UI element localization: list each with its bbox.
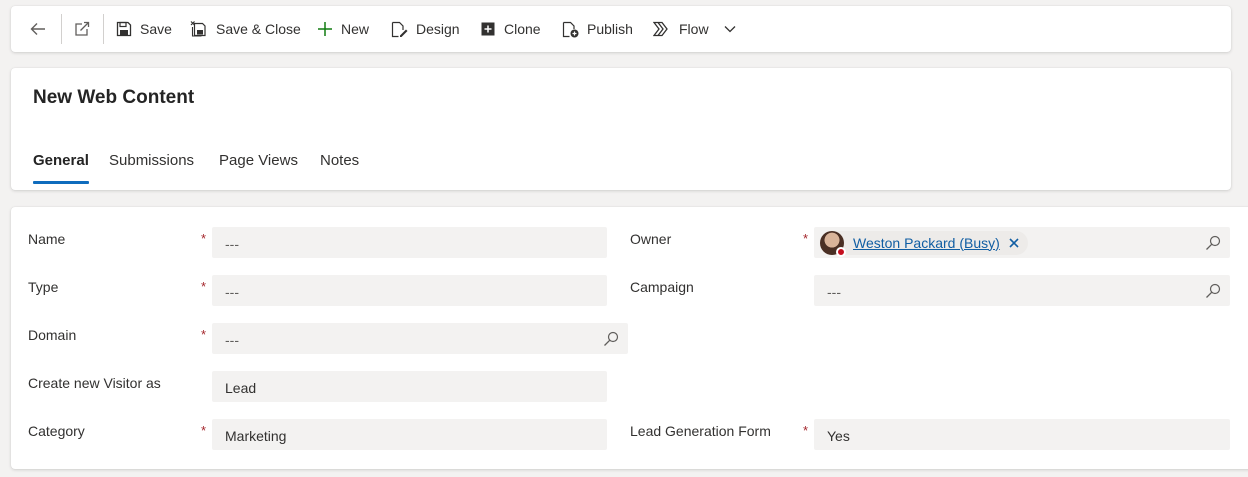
publish-icon (562, 21, 579, 37)
owner-tag: Weston Packard (Busy) (820, 230, 1028, 257)
new-button[interactable]: New (317, 6, 369, 52)
search-icon[interactable] (1205, 235, 1221, 251)
search-icon[interactable] (603, 331, 619, 347)
clone-icon (481, 22, 495, 36)
lead-generation-form-label: Lead Generation Form (630, 423, 771, 439)
toolbar-divider (103, 14, 104, 44)
required-marker: * (201, 423, 207, 438)
tab-notes[interactable]: Notes (320, 152, 359, 169)
open-in-new-window-button[interactable] (73, 6, 91, 52)
create-visitor-label: Create new Visitor as (28, 375, 161, 391)
active-tab-indicator (33, 181, 89, 184)
type-value: --- (225, 283, 239, 300)
lead-generation-form-value: Yes (827, 427, 850, 444)
domain-label: Domain (28, 327, 77, 343)
remove-icon[interactable] (1008, 237, 1020, 249)
campaign-value: --- (827, 283, 841, 300)
save-icon (116, 21, 132, 37)
campaign-label: Campaign (630, 279, 694, 295)
chevron-down-icon (724, 26, 736, 33)
category-label: Category (28, 423, 85, 439)
save-and-close-icon (190, 21, 206, 37)
tab-general[interactable]: General (33, 152, 89, 169)
name-label: Name (28, 231, 66, 247)
new-label: New (341, 21, 370, 37)
required-marker: * (201, 279, 207, 294)
clone-label: Clone (504, 21, 541, 37)
create-visitor-field[interactable]: Lead (212, 371, 607, 402)
form-header: New Web Content General Submissions Page… (11, 68, 1231, 190)
name-value: --- (225, 235, 239, 252)
save-and-close-label: Save & Close (216, 21, 301, 37)
required-marker: * (201, 231, 207, 246)
toolbar-divider (61, 14, 62, 44)
design-pencil-icon (391, 21, 408, 37)
owner-link[interactable]: Weston Packard (Busy) (853, 235, 1000, 251)
flow-label: Flow (679, 21, 709, 37)
owner-lookup-field[interactable]: Weston Packard (Busy) (814, 227, 1230, 258)
campaign-lookup-field[interactable]: --- (814, 275, 1230, 306)
save-button[interactable]: Save (116, 6, 172, 52)
search-icon[interactable] (1205, 283, 1221, 299)
publish-label: Publish (587, 21, 633, 37)
flow-button[interactable]: Flow (653, 6, 736, 52)
plus-icon (318, 22, 332, 36)
name-field[interactable]: --- (212, 227, 607, 258)
avatar (820, 230, 846, 257)
required-marker: * (201, 327, 207, 342)
domain-lookup-field[interactable]: --- (212, 323, 628, 354)
flow-icon (653, 21, 668, 37)
domain-value: --- (225, 331, 239, 348)
owner-label: Owner (630, 231, 672, 247)
required-marker: * (803, 423, 809, 438)
design-button[interactable]: Design (391, 6, 460, 52)
open-in-new-window-icon (75, 21, 90, 36)
back-button[interactable] (29, 6, 47, 52)
tab-submissions[interactable]: Submissions (109, 152, 194, 169)
type-label: Type (28, 279, 59, 295)
command-bar: Save Save & Close New Design Clone Publi… (11, 6, 1231, 52)
required-marker: * (803, 231, 809, 246)
tab-page-views[interactable]: Page Views (219, 152, 298, 169)
create-visitor-value: Lead (225, 379, 257, 396)
save-and-close-button[interactable]: Save & Close (190, 6, 301, 52)
general-form-section: Name * --- Type * --- Domain * --- Creat… (11, 207, 1248, 469)
design-label: Design (416, 21, 460, 37)
category-field[interactable]: Marketing (212, 419, 607, 450)
category-value: Marketing (225, 427, 287, 444)
lead-generation-form-field[interactable]: Yes (814, 419, 1230, 450)
publish-button[interactable]: Publish (562, 6, 633, 52)
busy-presence-icon (836, 246, 846, 257)
clone-button[interactable]: Clone (480, 6, 541, 52)
type-field[interactable]: --- (212, 275, 607, 306)
page-title: New Web Content (33, 87, 195, 108)
back-arrow-icon (30, 23, 45, 35)
save-label: Save (140, 21, 172, 37)
